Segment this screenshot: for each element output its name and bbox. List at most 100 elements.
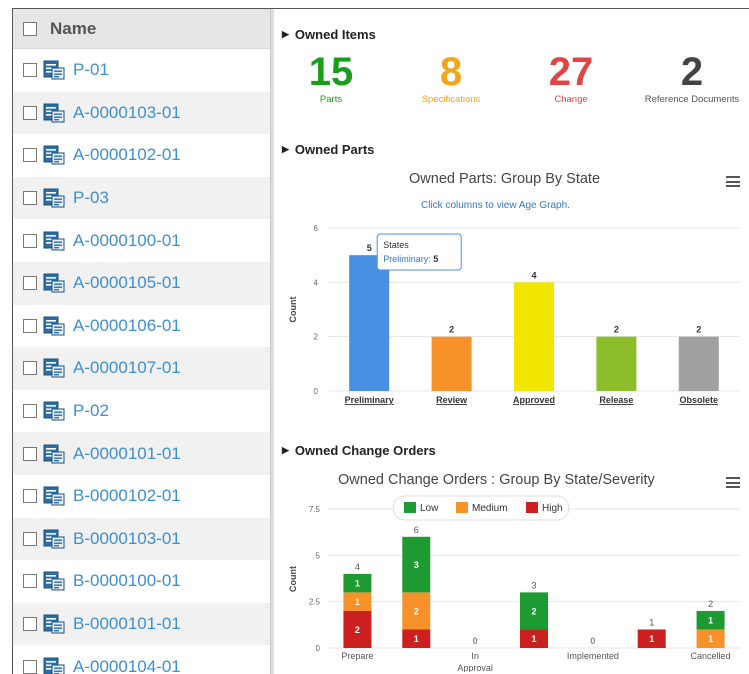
- co-y-tick-label: 7.5: [309, 505, 321, 514]
- item-link[interactable]: P-02: [73, 401, 109, 421]
- item-link[interactable]: A-0000100-01: [73, 231, 181, 251]
- item-link[interactable]: A-0000107-01: [73, 358, 181, 378]
- part-document-icon: [43, 444, 65, 464]
- co-x-tick-label: Approval: [457, 663, 493, 672]
- item-link[interactable]: P-03: [73, 188, 109, 208]
- metric-label: Reference Documents: [644, 94, 740, 105]
- parts-chart-subtitle[interactable]: Click columns to view Age Graph.: [421, 200, 570, 211]
- parts-bar[interactable]: [349, 255, 390, 391]
- metric-specifications[interactable]: 8 Specifications: [391, 50, 511, 106]
- panel-divider[interactable]: [270, 9, 274, 674]
- item-link[interactable]: A-0000105-01: [73, 273, 181, 293]
- metric-label: Parts: [319, 94, 343, 105]
- co-segment-label: 1: [355, 579, 360, 589]
- co-y-tick-label: 5: [316, 551, 321, 560]
- row-checkbox[interactable]: [23, 446, 37, 461]
- parts-bar-value-label: 4: [531, 270, 536, 280]
- co-total-label: 2: [708, 599, 713, 609]
- list-item[interactable]: A-0000106-01: [13, 305, 271, 348]
- co-segment-label: 1: [531, 634, 536, 644]
- co-segment-label: 2: [414, 606, 419, 616]
- item-link[interactable]: A-0000101-01: [73, 444, 181, 464]
- item-link[interactable]: B-0000100-01: [73, 571, 181, 591]
- row-checkbox[interactable]: [23, 489, 37, 504]
- row-checkbox[interactable]: [23, 233, 37, 248]
- list-item[interactable]: A-0000105-01: [13, 261, 271, 305]
- row-checkbox[interactable]: [23, 404, 37, 419]
- parts-x-tick-label[interactable]: Obsolete: [680, 395, 719, 405]
- caret-right-icon: ▶: [282, 29, 289, 39]
- row-checkbox[interactable]: [23, 531, 37, 546]
- owned-items-section-title[interactable]: ▶ Owned Items: [282, 27, 376, 42]
- item-link[interactable]: A-0000106-01: [73, 316, 181, 336]
- list-item[interactable]: B-0000102-01: [13, 475, 271, 518]
- row-checkbox[interactable]: [23, 659, 37, 674]
- list-item[interactable]: P-03: [13, 176, 271, 220]
- select-all-checkbox[interactable]: [23, 21, 37, 36]
- owned-parts-section-title[interactable]: ▶ Owned Parts: [282, 142, 374, 157]
- item-link[interactable]: B-0000103-01: [73, 529, 181, 549]
- item-link[interactable]: B-0000102-01: [73, 486, 181, 506]
- list-item[interactable]: B-0000100-01: [13, 560, 271, 603]
- list-item[interactable]: A-0000100-01: [13, 219, 271, 262]
- row-checkbox[interactable]: [23, 617, 37, 632]
- item-link[interactable]: A-0000104-01: [73, 657, 181, 674]
- co-y-tick-label: 0: [316, 644, 321, 653]
- metric-value: 15: [308, 50, 354, 94]
- parts-x-tick-label[interactable]: Review: [436, 395, 468, 405]
- list-item[interactable]: A-0000104-01: [13, 645, 271, 674]
- list-item[interactable]: B-0000101-01: [13, 602, 271, 646]
- parts-bar[interactable]: [431, 336, 472, 391]
- co-legend: Low Medium High: [392, 495, 570, 521]
- item-link[interactable]: A-0000103-01: [73, 103, 181, 123]
- metric-change[interactable]: 27 Change: [511, 50, 631, 106]
- co-segment-label: 3: [414, 560, 419, 570]
- list-item[interactable]: P-02: [13, 390, 271, 433]
- parts-y-tick-label: 2: [314, 333, 319, 342]
- co-total-label: 3: [531, 580, 536, 590]
- row-checkbox[interactable]: [23, 276, 37, 291]
- row-checkbox[interactable]: [23, 574, 37, 589]
- part-document-icon: [43, 103, 65, 123]
- owned-change-orders-title-text: Owned Change Orders: [294, 443, 436, 458]
- part-document-icon: [43, 231, 65, 251]
- list-item[interactable]: A-0000102-01: [13, 134, 271, 177]
- row-checkbox[interactable]: [23, 148, 37, 163]
- parts-bar[interactable]: [678, 336, 719, 391]
- owned-items-title-text: Owned Items: [294, 27, 376, 42]
- metric-reference-documents[interactable]: 2 Reference Documents: [632, 50, 749, 106]
- parts-x-tick-label[interactable]: Preliminary: [345, 395, 394, 405]
- list-item[interactable]: A-0000101-01: [13, 432, 271, 475]
- parts-bar[interactable]: [596, 336, 637, 391]
- row-checkbox[interactable]: [23, 105, 37, 120]
- metric-parts[interactable]: 15 Parts: [271, 50, 391, 106]
- legend-label[interactable]: High: [542, 503, 563, 514]
- row-checkbox[interactable]: [23, 361, 37, 376]
- parts-chart: 0 2 4 6 Count 5 Preliminary 2 Review 4 Approved 2 Re…: [288, 224, 740, 405]
- name-column-header[interactable]: Name: [50, 19, 96, 39]
- legend-label[interactable]: Low: [420, 503, 439, 514]
- parts-y-tick-label: 0: [314, 387, 319, 396]
- row-checkbox[interactable]: [23, 63, 37, 78]
- list-item[interactable]: A-0000103-01: [13, 91, 271, 135]
- change-orders-chart-menu-icon[interactable]: [726, 477, 740, 488]
- legend-label[interactable]: Medium: [472, 503, 508, 514]
- parts-chart-menu-icon[interactable]: [726, 176, 740, 187]
- list-header: Name: [13, 9, 271, 49]
- parts-x-tick-label[interactable]: Approved: [513, 395, 555, 405]
- caret-right-icon: ▶: [282, 445, 289, 455]
- parts-bar[interactable]: [514, 282, 554, 391]
- co-x-tick-label: Implemented: [567, 651, 619, 661]
- row-checkbox[interactable]: [23, 191, 37, 206]
- list-item[interactable]: A-0000107-01: [13, 347, 271, 390]
- row-checkbox[interactable]: [23, 318, 37, 333]
- item-link[interactable]: B-0000101-01: [73, 614, 181, 634]
- parts-bar-value-label: 2: [449, 325, 454, 335]
- item-link[interactable]: P-01: [73, 60, 109, 80]
- item-link[interactable]: A-0000102-01: [73, 145, 181, 165]
- legend-swatch: [404, 502, 416, 513]
- parts-x-tick-label[interactable]: Release: [599, 395, 633, 405]
- list-item[interactable]: P-01: [13, 49, 271, 92]
- owned-change-orders-section-title[interactable]: ▶ Owned Change Orders: [282, 443, 436, 458]
- list-item[interactable]: B-0000103-01: [13, 517, 271, 561]
